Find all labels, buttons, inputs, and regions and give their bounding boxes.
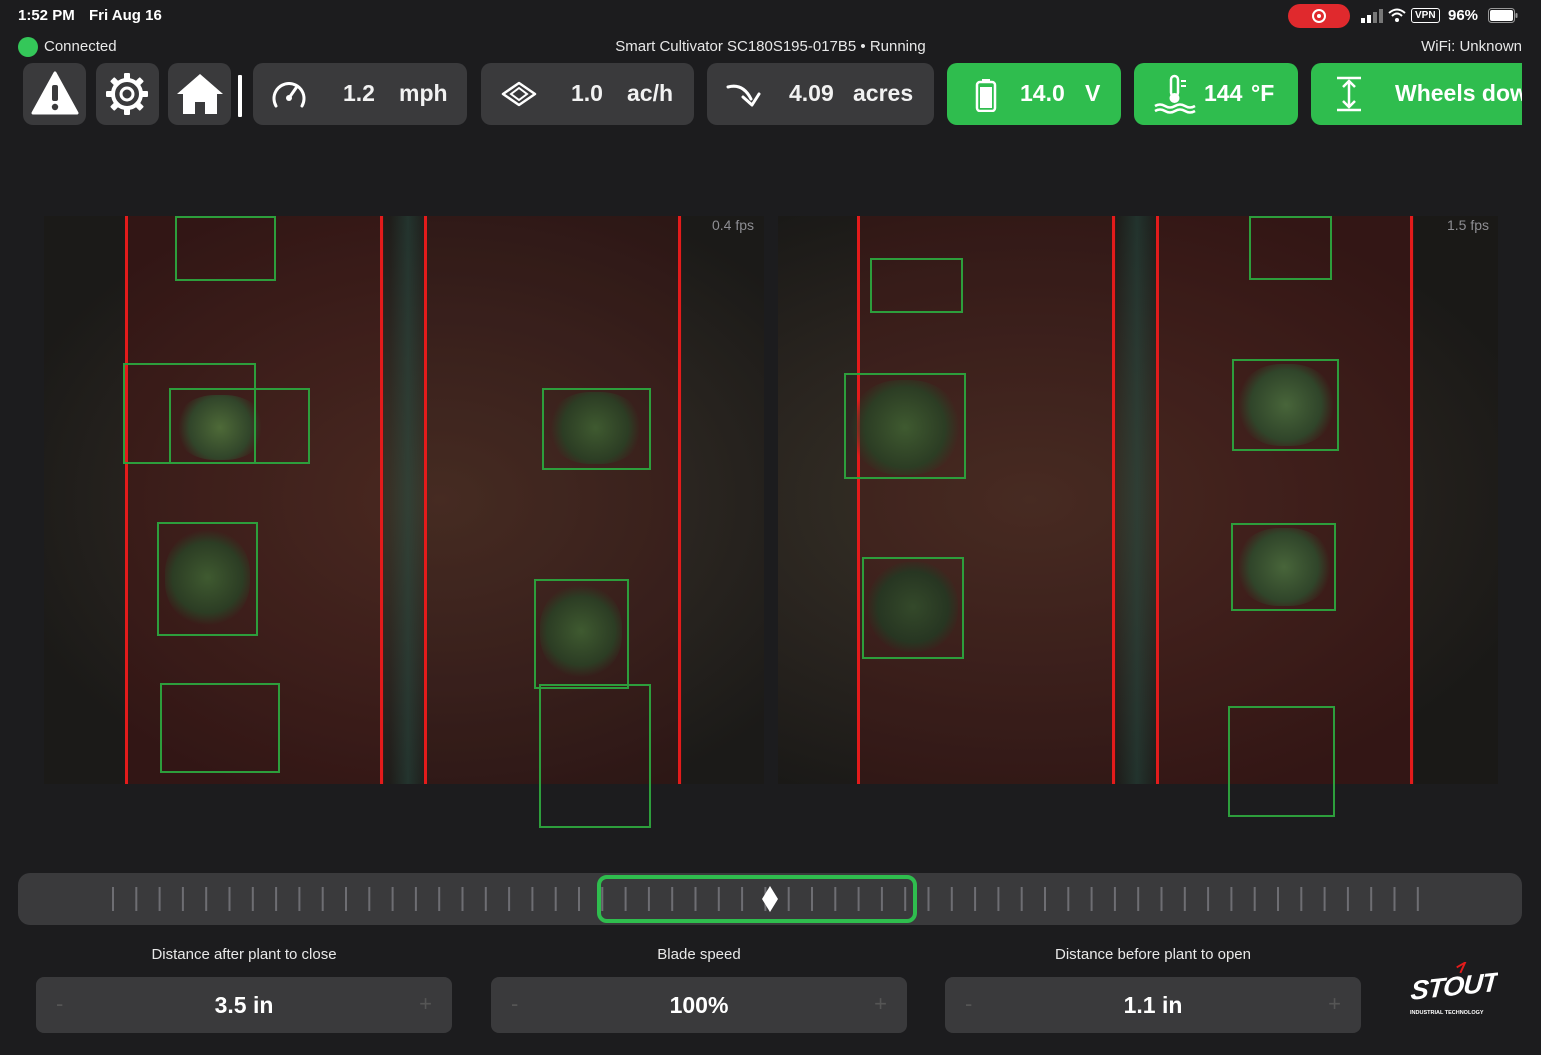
blade-speed-stepper: - 100% +: [491, 977, 907, 1033]
battery-percent: 96%: [1448, 7, 1479, 24]
date: Fri Aug 16: [89, 7, 162, 24]
plant-detection-box: [844, 373, 966, 479]
row-zone-right-2: [1158, 216, 1414, 784]
area-rate-icon: [501, 81, 537, 107]
warning-icon: [31, 71, 79, 115]
blade-window-handle[interactable]: [597, 875, 917, 923]
row-gap-right: [1116, 216, 1158, 784]
close-distance-stepper: - 3.5 in +: [36, 977, 452, 1033]
coolant-temperature-readout: 144 °F: [1134, 63, 1298, 125]
gear-icon: [106, 73, 148, 115]
area-unit: acres: [853, 80, 914, 106]
logo-wordmark: STOUT: [1410, 966, 1498, 1006]
open-distance-value: 1.1 in: [1123, 992, 1183, 1018]
speedometer-icon: [272, 82, 306, 108]
temperature-unit: °F: [1251, 80, 1275, 106]
area-value: 4.09: [789, 80, 834, 106]
logo-tagline: INDUSTRIAL TECHNOLOGY: [1410, 1010, 1484, 1016]
row-gap-left: [390, 216, 426, 784]
plant-detection-box: [1231, 523, 1336, 611]
wheels-position-button[interactable]: Wheels dow: [1311, 63, 1522, 125]
record-icon: [1312, 9, 1326, 23]
temperature-value: 144: [1204, 80, 1243, 106]
status-bar: 1:52 PM Fri Aug 16 VPN 96%: [0, 0, 1541, 32]
screen-recording-indicator[interactable]: [1288, 4, 1350, 28]
plant-detection-box: [157, 522, 258, 636]
home-icon: [177, 74, 223, 114]
blade-speed-value: 100%: [669, 992, 729, 1018]
voltage-unit: V: [1085, 80, 1101, 106]
open-distance-label: Distance before plant to open: [1055, 946, 1251, 963]
row-boundary-line: [424, 216, 427, 784]
row-boundary-line: [1156, 216, 1159, 784]
machine-status: Smart Cultivator SC180S195-017B5 • Runni…: [615, 38, 926, 55]
row-boundary-line: [125, 216, 128, 784]
speed-unit: mph: [399, 80, 448, 106]
plant-detection-box: [1249, 216, 1332, 280]
plant-detection-box: [534, 579, 629, 689]
stout-logo: STOUT INDUSTRIAL TECHNOLOGY: [1410, 962, 1498, 1016]
wheels-position-label: Wheels dow: [1395, 80, 1522, 106]
close-distance-label: Distance after plant to close: [151, 946, 337, 963]
voltage-value: 14.0: [1020, 80, 1065, 106]
fps-right: 1.5 fps: [1447, 217, 1490, 233]
cellular-signal-icon: [1361, 9, 1383, 23]
row-boundary-line: [380, 216, 383, 784]
speed-value: 1.2: [343, 80, 375, 106]
open-distance-stepper: - 1.1 in +: [945, 977, 1361, 1033]
speed-readout: 1.2 mph: [253, 63, 467, 125]
plant-detection-box: [1228, 706, 1335, 817]
home-button[interactable]: [168, 63, 231, 125]
row-boundary-line: [1112, 216, 1115, 784]
settings-button[interactable]: [96, 63, 159, 125]
slider-thumb-diamond-icon[interactable]: [760, 885, 780, 913]
plant-detection-box: [862, 557, 964, 659]
plant-detection-box: [542, 388, 651, 470]
row-boundary-line: [857, 216, 860, 784]
work-rate-value: 1.0: [571, 80, 603, 106]
alerts-button[interactable]: [23, 63, 86, 125]
wifi-icon: [1388, 8, 1406, 22]
wifi-status: WiFi: Unknown: [1421, 38, 1522, 55]
clock: 1:52 PM: [18, 7, 75, 24]
blade-speed-label: Blade speed: [657, 946, 741, 963]
plant-detection-box: [1232, 359, 1339, 451]
work-rate-readout: 1.0 ac/h: [481, 63, 694, 125]
battery-voltage-readout: 14.0 V: [947, 63, 1121, 125]
toolbar-divider: [238, 75, 242, 117]
close-distance-increment[interactable]: +: [419, 991, 432, 1017]
row-boundary-line: [678, 216, 681, 784]
open-distance-increment[interactable]: +: [1328, 991, 1341, 1017]
plant-detection-box: [870, 258, 963, 313]
battery-vertical-icon: [975, 79, 997, 112]
plant-detection-box: [539, 684, 651, 828]
vpn-badge: VPN: [1411, 8, 1440, 23]
battery-icon: [1488, 8, 1518, 23]
fps-left: 0.4 fps: [712, 217, 755, 233]
area-covered-readout: 4.09 acres: [707, 63, 934, 125]
blade-speed-increment[interactable]: +: [874, 991, 887, 1017]
row-boundary-line: [1410, 216, 1413, 784]
close-distance-value: 3.5 in: [214, 992, 274, 1018]
height-adjust-icon: [1337, 76, 1361, 112]
plant-detection-box: [160, 683, 280, 773]
plant-detection-box: [169, 388, 310, 464]
coolant-temperature-icon: [1154, 74, 1196, 114]
turn-arrow-icon: [726, 84, 761, 107]
plant-detection-box: [175, 216, 276, 281]
work-rate-unit: ac/h: [627, 80, 674, 106]
camera-feed-left: [44, 216, 764, 784]
